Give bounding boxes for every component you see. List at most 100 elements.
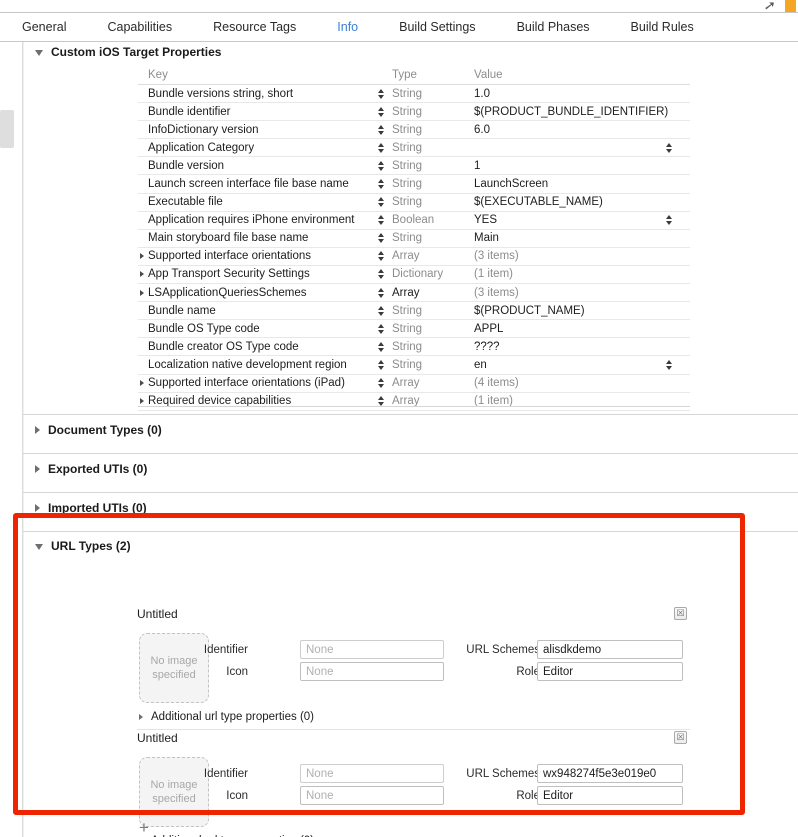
- vertical-scrollbar[interactable]: [0, 110, 14, 148]
- table-row[interactable]: Bundle identifier String $(PRODUCT_BUNDLE_…: [138, 103, 690, 122]
- row-type-cell[interactable]: String: [392, 196, 474, 208]
- row-disclosure-triangle-icon[interactable]: [140, 253, 144, 260]
- table-row[interactable]: LSApplicationQueriesSchemes Array (3 items…: [138, 284, 690, 303]
- row-type-cell[interactable]: String: [392, 323, 474, 335]
- row-value-stepper-control[interactable]: [658, 142, 680, 153]
- row-disclosure-triangle-icon[interactable]: [140, 380, 144, 387]
- tab-build-settings[interactable]: Build Settings: [399, 20, 475, 34]
- url-type-title[interactable]: Untitled: [137, 607, 178, 621]
- row-value-cell[interactable]: (1 item): [474, 268, 690, 280]
- table-row[interactable]: Bundle versions string, short String 1.0: [138, 85, 690, 104]
- table-row[interactable]: Bundle OS Type code String APPL: [138, 320, 690, 339]
- row-value-cell[interactable]: $(EXECUTABLE_NAME): [474, 196, 690, 208]
- row-value-cell[interactable]: (4 items): [474, 377, 690, 389]
- row-value-cell[interactable]: (3 items): [474, 250, 690, 262]
- tab-capabilities[interactable]: Capabilities: [107, 20, 172, 34]
- disclosure-triangle-icon[interactable]: [35, 426, 40, 434]
- row-disclosure-triangle-icon[interactable]: [140, 271, 144, 278]
- row-stepper-control[interactable]: [370, 305, 392, 316]
- row-value-cell[interactable]: Main: [474, 232, 690, 244]
- table-row[interactable]: Bundle name String $(PRODUCT_NAME): [138, 302, 690, 321]
- remove-url-type-button[interactable]: ☒: [674, 731, 687, 744]
- additional-url-type-properties-row[interactable]: Additional url type properties (0): [139, 711, 314, 723]
- row-stepper-control[interactable]: [370, 233, 392, 244]
- row-stepper-control[interactable]: [370, 215, 392, 226]
- row-type-cell[interactable]: Array: [392, 250, 474, 262]
- row-stepper-control[interactable]: [370, 88, 392, 99]
- row-stepper-control[interactable]: [370, 359, 392, 370]
- row-type-cell[interactable]: String: [392, 142, 474, 154]
- row-type-cell[interactable]: Boolean: [392, 214, 474, 226]
- section-header-url-types[interactable]: URL Types (2): [35, 536, 131, 556]
- add-url-type-button[interactable]: +: [139, 819, 149, 836]
- row-disclosure-triangle-icon[interactable]: [140, 398, 144, 405]
- table-row[interactable]: Localization native development region St…: [138, 356, 690, 375]
- table-row[interactable]: Supported interface orientations Array (3 …: [138, 248, 690, 266]
- disclosure-triangle-icon[interactable]: [139, 714, 143, 720]
- row-type-cell[interactable]: Dictionary: [392, 268, 474, 280]
- table-row[interactable]: Supported interface orientations (iPad) A…: [138, 375, 690, 393]
- row-value-cell[interactable]: 1: [474, 160, 690, 172]
- section-header-imported-utis[interactable]: Imported UTIs (0): [35, 498, 147, 518]
- table-row[interactable]: InfoDictionary version String 6.0: [138, 121, 690, 140]
- row-type-cell[interactable]: String: [392, 124, 474, 136]
- disclosure-triangle-open-icon[interactable]: [35, 50, 43, 56]
- row-type-cell[interactable]: String: [392, 359, 474, 371]
- row-stepper-control[interactable]: [370, 287, 392, 298]
- role-select[interactable]: Editor: [537, 786, 683, 805]
- table-row[interactable]: App Transport Security Settings Dictionar…: [138, 266, 690, 285]
- table-row[interactable]: Application Category String: [138, 139, 690, 158]
- row-value-cell[interactable]: ????: [474, 341, 690, 353]
- row-value-cell[interactable]: APPL: [474, 323, 690, 335]
- row-type-cell[interactable]: String: [392, 106, 474, 118]
- url-type-title[interactable]: Untitled: [137, 731, 178, 745]
- tab-general[interactable]: General: [22, 20, 66, 34]
- row-stepper-control[interactable]: [370, 396, 392, 407]
- tab-build-phases[interactable]: Build Phases: [517, 20, 590, 34]
- remove-url-type-button[interactable]: ☒: [674, 607, 687, 620]
- table-row[interactable]: Bundle creator OS Type code String????: [138, 338, 690, 357]
- section-header-exported-utis[interactable]: Exported UTIs (0): [35, 459, 147, 479]
- table-row[interactable]: Executable file String $(EXECUTABLE_NAME): [138, 194, 690, 212]
- row-stepper-control[interactable]: [370, 179, 392, 190]
- row-stepper-control[interactable]: [370, 269, 392, 280]
- row-disclosure-triangle-icon[interactable]: [140, 289, 144, 296]
- row-stepper-control[interactable]: [370, 378, 392, 389]
- table-row[interactable]: Main storyboard file base name String Main: [138, 230, 690, 248]
- section-header-custom-ios-target-properties[interactable]: Custom iOS Target Properties: [35, 42, 221, 62]
- row-type-cell[interactable]: String: [392, 232, 474, 244]
- row-value-cell[interactable]: LaunchScreen: [474, 178, 690, 190]
- disclosure-triangle-open-icon[interactable]: [35, 544, 43, 550]
- row-type-cell[interactable]: String: [392, 178, 474, 190]
- row-type-cell[interactable]: String: [392, 341, 474, 353]
- row-stepper-control[interactable]: [370, 323, 392, 334]
- row-type-cell[interactable]: String: [392, 160, 474, 172]
- row-stepper-control[interactable]: [370, 251, 392, 262]
- row-value-cell[interactable]: 6.0: [474, 124, 690, 136]
- row-stepper-control[interactable]: [370, 160, 392, 171]
- role-select[interactable]: Editor: [537, 662, 683, 681]
- row-value-cell[interactable]: 1.0: [474, 88, 690, 100]
- url-schemes-input[interactable]: alisdkdemo: [537, 640, 683, 659]
- row-type-cell[interactable]: Array: [392, 377, 474, 389]
- table-row[interactable]: Launch screen interface file base name St…: [138, 175, 690, 194]
- row-stepper-control[interactable]: [370, 124, 392, 135]
- table-row[interactable]: Bundle version String 1: [138, 157, 690, 176]
- row-value-cell[interactable]: (3 items): [474, 287, 690, 299]
- disclosure-triangle-icon[interactable]: [35, 504, 40, 512]
- row-value-cell[interactable]: $(PRODUCT_BUNDLE_IDENTIFIER): [474, 106, 690, 118]
- row-type-cell[interactable]: Array: [392, 287, 474, 299]
- disclosure-triangle-icon[interactable]: [35, 465, 40, 473]
- row-value-stepper-control[interactable]: [658, 215, 680, 226]
- section-header-document-types[interactable]: Document Types (0): [35, 420, 162, 440]
- row-stepper-control[interactable]: [370, 106, 392, 117]
- url-schemes-input[interactable]: wx948274f5e3e019e0: [537, 764, 683, 783]
- table-row[interactable]: Required device capabilities Array (1 item…: [138, 393, 690, 411]
- row-type-cell[interactable]: String: [392, 305, 474, 317]
- row-stepper-control[interactable]: [370, 341, 392, 352]
- tab-build-rules[interactable]: Build Rules: [631, 20, 694, 34]
- row-stepper-control[interactable]: [370, 142, 392, 153]
- row-value-stepper-control[interactable]: [658, 359, 680, 370]
- row-value-cell[interactable]: $(PRODUCT_NAME): [474, 305, 690, 317]
- table-row[interactable]: Application requires iPhone environment B…: [138, 212, 690, 230]
